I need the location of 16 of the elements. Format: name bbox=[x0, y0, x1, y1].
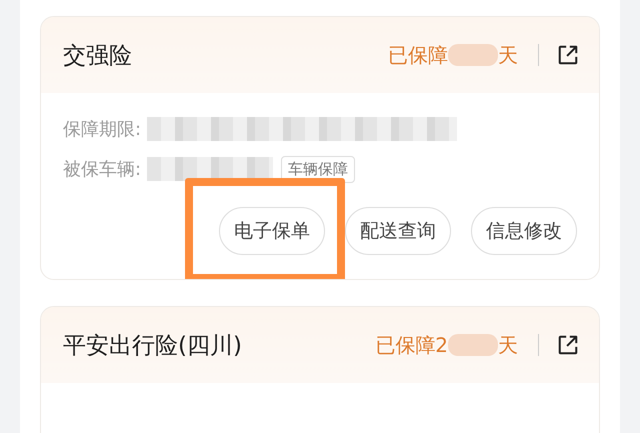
coverage-days-suffix: 天 bbox=[498, 332, 518, 358]
policy-name: 交强险 bbox=[63, 42, 133, 70]
redaction-blur bbox=[448, 44, 498, 66]
policy-name: 平安出行险(四川) bbox=[63, 332, 243, 360]
action-button[interactable]: 电子保单 bbox=[219, 207, 325, 255]
external-link-icon[interactable] bbox=[557, 44, 579, 66]
coverage-days-suffix: 天 bbox=[498, 42, 518, 68]
external-link-icon[interactable] bbox=[557, 334, 579, 356]
action-button[interactable]: 信息修改 bbox=[471, 207, 577, 255]
vehicle-tag: 车辆保障 bbox=[281, 156, 356, 182]
coverage-days-prefix: 已保障 bbox=[388, 42, 448, 68]
redaction-blur bbox=[448, 334, 498, 356]
detail-label: 被保车辆: bbox=[63, 158, 142, 181]
coverage-days-prefix: 已保障2 bbox=[375, 332, 448, 358]
action-button[interactable]: 配送查询 bbox=[345, 207, 451, 255]
detail-label: 保障期限: bbox=[63, 118, 142, 141]
